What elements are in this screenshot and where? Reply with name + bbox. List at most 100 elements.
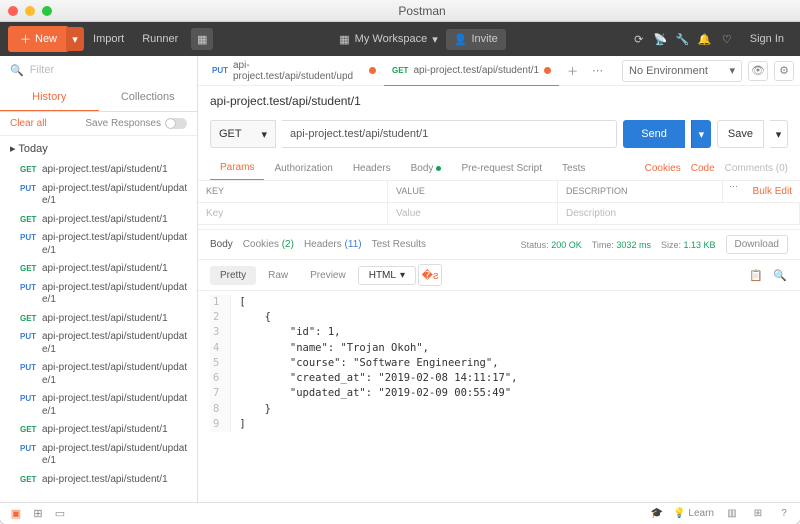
console-icon[interactable]: ▭ bbox=[52, 506, 68, 522]
search-response-icon[interactable]: 🔍 bbox=[772, 267, 788, 283]
filter-input[interactable]: 🔍 Filter bbox=[0, 56, 197, 84]
sidebar-toggle-icon[interactable]: ▣ bbox=[8, 506, 24, 522]
line-numbers: 123456789 bbox=[210, 295, 231, 432]
add-tab-button[interactable]: ＋ bbox=[561, 63, 584, 79]
environment-quicklook-icon[interactable]: 👁 bbox=[748, 61, 768, 81]
subtab-tests[interactable]: Tests bbox=[552, 157, 595, 180]
history-item[interactable]: GETapi-project.test/api/student/1 bbox=[0, 260, 197, 279]
wrap-lines-button[interactable]: �ƨ bbox=[418, 264, 442, 286]
param-value-input[interactable]: Value bbox=[388, 203, 558, 224]
history-group-today[interactable]: ▸ Today bbox=[0, 136, 197, 161]
learn-button[interactable]: 💡 Learn bbox=[673, 508, 714, 519]
param-head-key: KEY bbox=[198, 181, 388, 202]
resp-tab-cookies[interactable]: Cookies (2) bbox=[243, 234, 304, 255]
request-tab[interactable]: GETapi-project.test/api/student/1 bbox=[384, 56, 559, 86]
minimize-window-icon[interactable] bbox=[25, 6, 35, 16]
subtab-params[interactable]: Params bbox=[210, 156, 264, 180]
subtab-body[interactable]: Body bbox=[401, 157, 452, 180]
send-dropdown[interactable]: ▾ bbox=[691, 120, 711, 148]
history-url: api-project.test/api/student/update/1 bbox=[42, 331, 193, 356]
param-more-button[interactable]: ⋯ bbox=[723, 181, 745, 202]
history-item[interactable]: PUTapi-project.test/api/student/update/1 bbox=[0, 279, 197, 310]
download-button[interactable]: Download bbox=[726, 235, 788, 254]
subtab-authorization[interactable]: Authorization bbox=[264, 157, 342, 180]
view-preview[interactable]: Preview bbox=[300, 266, 356, 285]
save-button[interactable]: Save bbox=[717, 120, 764, 148]
history-url: api-project.test/api/student/1 bbox=[42, 424, 193, 437]
history-method: PUT bbox=[20, 444, 42, 453]
view-raw[interactable]: Raw bbox=[258, 266, 298, 285]
cookies-link[interactable]: Cookies bbox=[645, 163, 681, 174]
request-tab[interactable]: PUTapi-project.test/api/student/upd bbox=[204, 56, 384, 86]
view-format-select[interactable]: HTML ▾ bbox=[358, 266, 416, 285]
bulk-edit-button[interactable]: Bulk Edit bbox=[745, 181, 800, 202]
history-item[interactable]: GETapi-project.test/api/student/1 bbox=[0, 211, 197, 230]
workspace-selector[interactable]: ▦ My Workspace ▾ bbox=[339, 33, 437, 46]
history-item[interactable]: PUTapi-project.test/api/student/update/1 bbox=[0, 180, 197, 211]
new-button[interactable]: ＋ New bbox=[8, 26, 69, 52]
new-dropdown[interactable]: ▾ bbox=[66, 27, 84, 51]
history-item[interactable]: GETapi-project.test/api/student/1 bbox=[0, 310, 197, 329]
send-button[interactable]: Send bbox=[623, 120, 685, 148]
comments-link[interactable]: Comments (0) bbox=[725, 163, 788, 174]
resp-tab-test-results[interactable]: Test Results bbox=[372, 234, 436, 255]
environment-select[interactable]: No Environment ▾ bbox=[622, 60, 742, 82]
clear-all-button[interactable]: Clear all bbox=[10, 118, 47, 129]
close-window-icon[interactable] bbox=[8, 6, 18, 16]
response-body[interactable]: 123456789 [ { "id": 1, "name": "Trojan O… bbox=[198, 291, 800, 436]
runner-button[interactable]: Runner bbox=[133, 28, 187, 50]
history-item[interactable]: PUTapi-project.test/api/student/update/1 bbox=[0, 390, 197, 421]
chevron-down-icon: ▾ bbox=[432, 33, 438, 46]
unsaved-dot-icon bbox=[544, 67, 551, 74]
satellite-icon[interactable]: 📡 bbox=[654, 32, 668, 46]
tab-label: api-project.test/api/student/1 bbox=[413, 65, 539, 76]
help-icon[interactable]: ? bbox=[776, 506, 792, 522]
history-method: PUT bbox=[20, 332, 42, 341]
param-desc-input[interactable]: Description bbox=[558, 203, 800, 224]
subtab-prerequest[interactable]: Pre-request Script bbox=[451, 157, 552, 180]
param-key-input[interactable]: Key bbox=[198, 203, 388, 224]
view-pretty[interactable]: Pretty bbox=[210, 266, 256, 285]
app-title: Postman bbox=[52, 4, 792, 18]
history-item[interactable]: PUTapi-project.test/api/student/update/1 bbox=[0, 440, 197, 471]
save-dropdown[interactable]: ▾ bbox=[770, 120, 788, 148]
copy-icon[interactable]: 📋 bbox=[748, 267, 764, 283]
heart-icon[interactable]: ♡ bbox=[720, 32, 734, 46]
bell-icon[interactable]: 🔔 bbox=[698, 32, 712, 46]
import-button[interactable]: Import bbox=[84, 28, 133, 50]
resp-tab-headers[interactable]: Headers (11) bbox=[304, 234, 372, 255]
sync-icon[interactable]: ⟳ bbox=[632, 32, 646, 46]
history-method: GET bbox=[20, 475, 42, 484]
method-select[interactable]: GET ▾ bbox=[210, 120, 276, 148]
invite-button[interactable]: 👤 Invite bbox=[446, 29, 506, 50]
signin-button[interactable]: Sign In bbox=[742, 29, 792, 49]
find-icon[interactable]: ⊞ bbox=[30, 506, 46, 522]
history-item[interactable]: PUTapi-project.test/api/student/update/1 bbox=[0, 359, 197, 390]
maximize-window-icon[interactable] bbox=[42, 6, 52, 16]
history-item[interactable]: GETapi-project.test/api/student/1 bbox=[0, 421, 197, 440]
history-item[interactable]: PUTapi-project.test/api/student/update/1 bbox=[0, 328, 197, 359]
tabs-more-button[interactable]: ⋯ bbox=[586, 64, 609, 77]
history-method: GET bbox=[20, 264, 42, 273]
param-head-value: VALUE bbox=[388, 181, 558, 202]
browse-icon[interactable]: ⊞ bbox=[750, 506, 766, 522]
statusbar: ▣ ⊞ ▭ 🎓 💡 Learn ▥ ⊞ ? bbox=[0, 502, 800, 524]
param-row[interactable]: Key Value Description bbox=[198, 203, 800, 225]
tab-history[interactable]: History bbox=[0, 84, 99, 111]
subtab-headers[interactable]: Headers bbox=[343, 157, 401, 180]
wrench-icon[interactable]: 🔧 bbox=[676, 32, 690, 46]
menu-icon: ▦ bbox=[197, 33, 207, 46]
history-item[interactable]: PUTapi-project.test/api/student/update/1 bbox=[0, 229, 197, 260]
tab-collections[interactable]: Collections bbox=[99, 84, 198, 111]
tab-label: api-project.test/api/student/upd bbox=[233, 60, 364, 82]
history-item[interactable]: GETapi-project.test/api/student/1 bbox=[0, 161, 197, 180]
code-link[interactable]: Code bbox=[691, 163, 715, 174]
resp-tab-body[interactable]: Body bbox=[210, 234, 243, 255]
settings-icon[interactable]: ⚙ bbox=[774, 61, 794, 81]
save-responses-toggle[interactable]: Save Responses bbox=[85, 118, 187, 129]
toolbar-extra-button[interactable]: ▦ bbox=[191, 28, 213, 50]
history-item[interactable]: GETapi-project.test/api/student/1 bbox=[0, 471, 197, 490]
bootcamp-icon[interactable]: 🎓 bbox=[651, 508, 663, 519]
url-input[interactable]: api-project.test/api/student/1 bbox=[282, 120, 617, 148]
two-pane-icon[interactable]: ▥ bbox=[724, 506, 740, 522]
